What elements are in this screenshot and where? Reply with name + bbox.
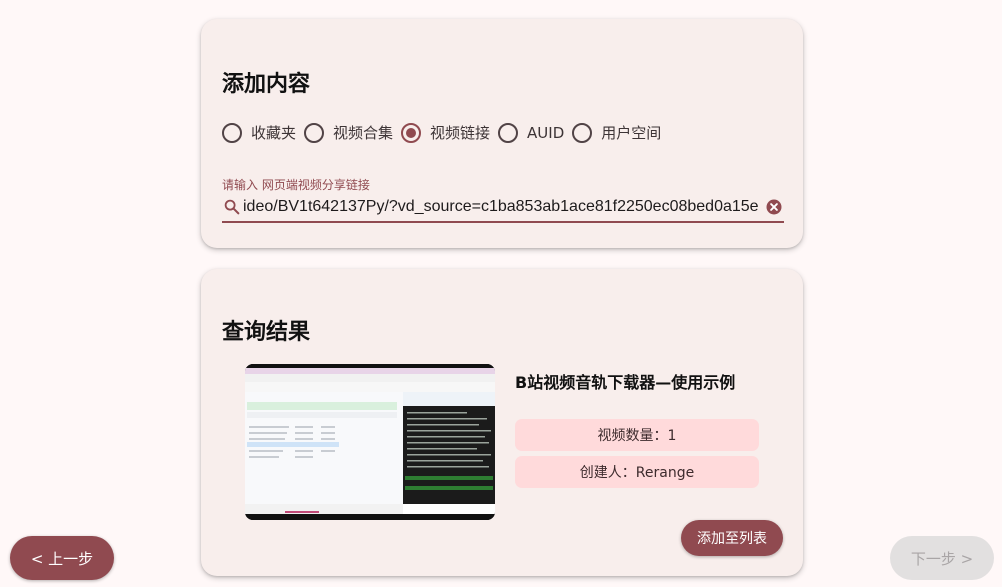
creator-chip: 创建人：Rerange xyxy=(515,456,759,488)
add-content-title: 添加内容 xyxy=(222,72,311,97)
next-step-button[interactable]: 下一步 > xyxy=(890,536,994,580)
url-field-row xyxy=(222,193,784,223)
url-input[interactable] xyxy=(243,198,764,216)
query-result-card: 查询结果 B站视频音轨下载器—使用示例 视频数量：1 创建人：Rerange 添… xyxy=(201,269,803,576)
page: 添加内容 收藏夹 视频合集 视频链接 AUID 用户空间 请输入 网页端视频分享… xyxy=(0,0,1002,587)
radio-label: 收藏夹 xyxy=(251,124,297,142)
previous-step-button[interactable]: < 上一步 xyxy=(10,536,114,580)
radio-button[interactable] xyxy=(304,122,325,143)
thumbnail-screenshot-image xyxy=(245,364,495,520)
video-title: B站视频音轨下载器—使用示例 xyxy=(515,373,736,392)
url-field: 请输入 网页端视频分享链接 xyxy=(222,176,784,224)
radio-button-checked[interactable] xyxy=(401,122,422,143)
radio-option-video-link[interactable]: 视频链接 xyxy=(401,122,490,143)
radio-option-auid[interactable]: AUID xyxy=(498,122,565,143)
radio-option-user-space[interactable]: 用户空间 xyxy=(572,122,661,143)
source-type-radio-group: 收藏夹 视频合集 视频链接 AUID 用户空间 xyxy=(222,122,669,143)
add-to-list-button[interactable]: 添加至列表 xyxy=(681,520,783,556)
radio-label: AUID xyxy=(527,123,565,142)
url-field-label: 请输入 网页端视频分享链接 xyxy=(222,178,370,192)
add-content-card: 添加内容 收藏夹 视频合集 视频链接 AUID 用户空间 请输入 网页端视频分享… xyxy=(201,19,803,248)
video-count-chip: 视频数量：1 xyxy=(515,419,759,451)
radio-label: 视频链接 xyxy=(430,124,491,142)
search-icon xyxy=(224,199,240,215)
video-thumbnail xyxy=(245,364,495,520)
radio-button[interactable] xyxy=(572,122,593,143)
radio-label: 用户空间 xyxy=(601,124,662,142)
radio-button[interactable] xyxy=(498,122,519,143)
radio-button[interactable] xyxy=(222,122,242,143)
query-result-title: 查询结果 xyxy=(222,320,311,345)
radio-option-favorites[interactable]: 收藏夹 xyxy=(222,122,296,143)
clear-icon[interactable] xyxy=(764,197,784,217)
radio-label: 视频合集 xyxy=(333,124,394,142)
radio-option-collection[interactable]: 视频合集 xyxy=(304,122,393,143)
